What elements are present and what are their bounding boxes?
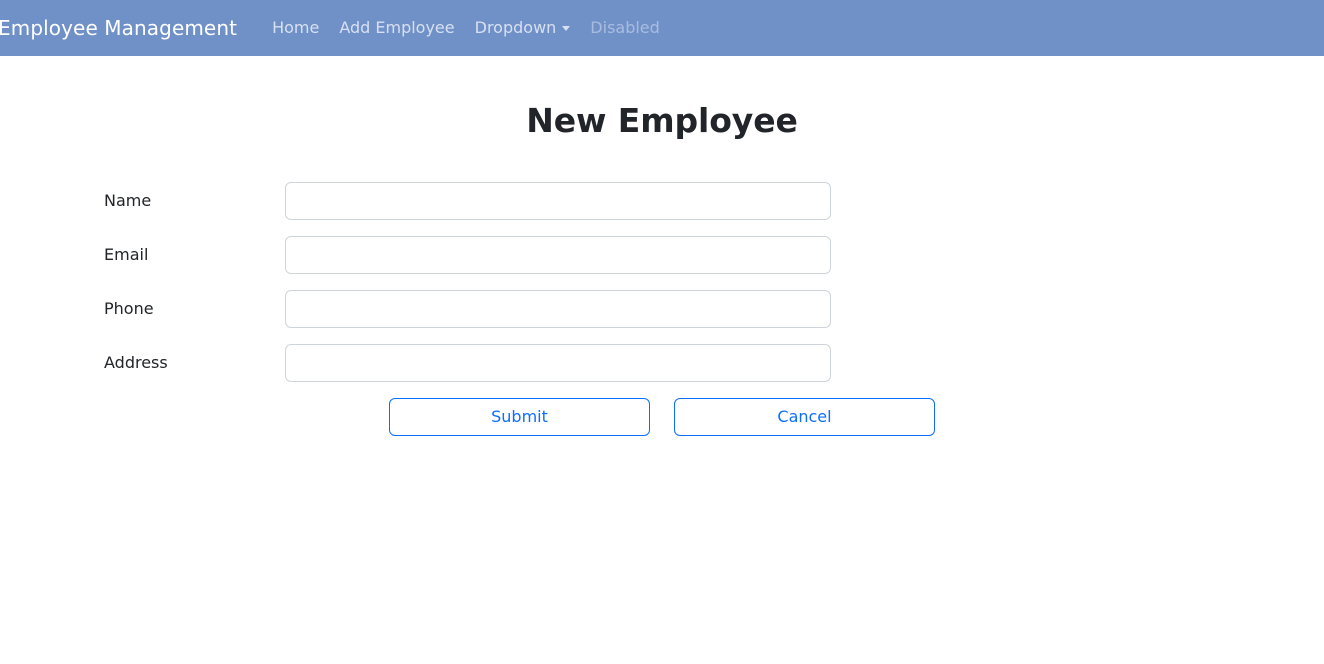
new-employee-form: Name Email Phone Address Submit Cancel <box>0 182 1324 436</box>
cancel-button[interactable]: Cancel <box>674 398 935 436</box>
chevron-down-icon <box>562 25 571 31</box>
submit-button[interactable]: Submit <box>389 398 650 436</box>
nav-link-dropdown[interactable]: Dropdown <box>465 12 581 44</box>
address-input[interactable] <box>285 344 831 382</box>
form-row-name: Name <box>0 182 1324 220</box>
nav-link-disabled: Disabled <box>590 18 660 37</box>
label-address: Address <box>104 353 168 373</box>
top-navbar: Employee Management Home Add Employee Dr… <box>0 0 1324 56</box>
label-phone: Phone <box>104 299 154 319</box>
email-input[interactable] <box>285 236 831 274</box>
navbar-brand[interactable]: Employee Management <box>0 18 237 38</box>
form-row-phone: Phone <box>0 290 1324 328</box>
form-row-address: Address <box>0 344 1324 382</box>
name-input[interactable] <box>285 182 831 220</box>
nav-link-dropdown-label: Dropdown <box>474 18 557 37</box>
label-email: Email <box>104 245 149 265</box>
navbar-links: Home Add Employee Dropdown Disabled <box>262 12 670 44</box>
label-name: Name <box>104 191 152 211</box>
page-title: New Employee <box>526 101 798 140</box>
page-content: New Employee Name Email Phone Address Su… <box>0 56 1324 436</box>
form-actions: Submit Cancel <box>0 398 1324 436</box>
nav-link-add-employee[interactable]: Add Employee <box>329 12 464 44</box>
nav-link-home[interactable]: Home <box>262 12 329 44</box>
form-row-email: Email <box>0 236 1324 274</box>
phone-input[interactable] <box>285 290 831 328</box>
